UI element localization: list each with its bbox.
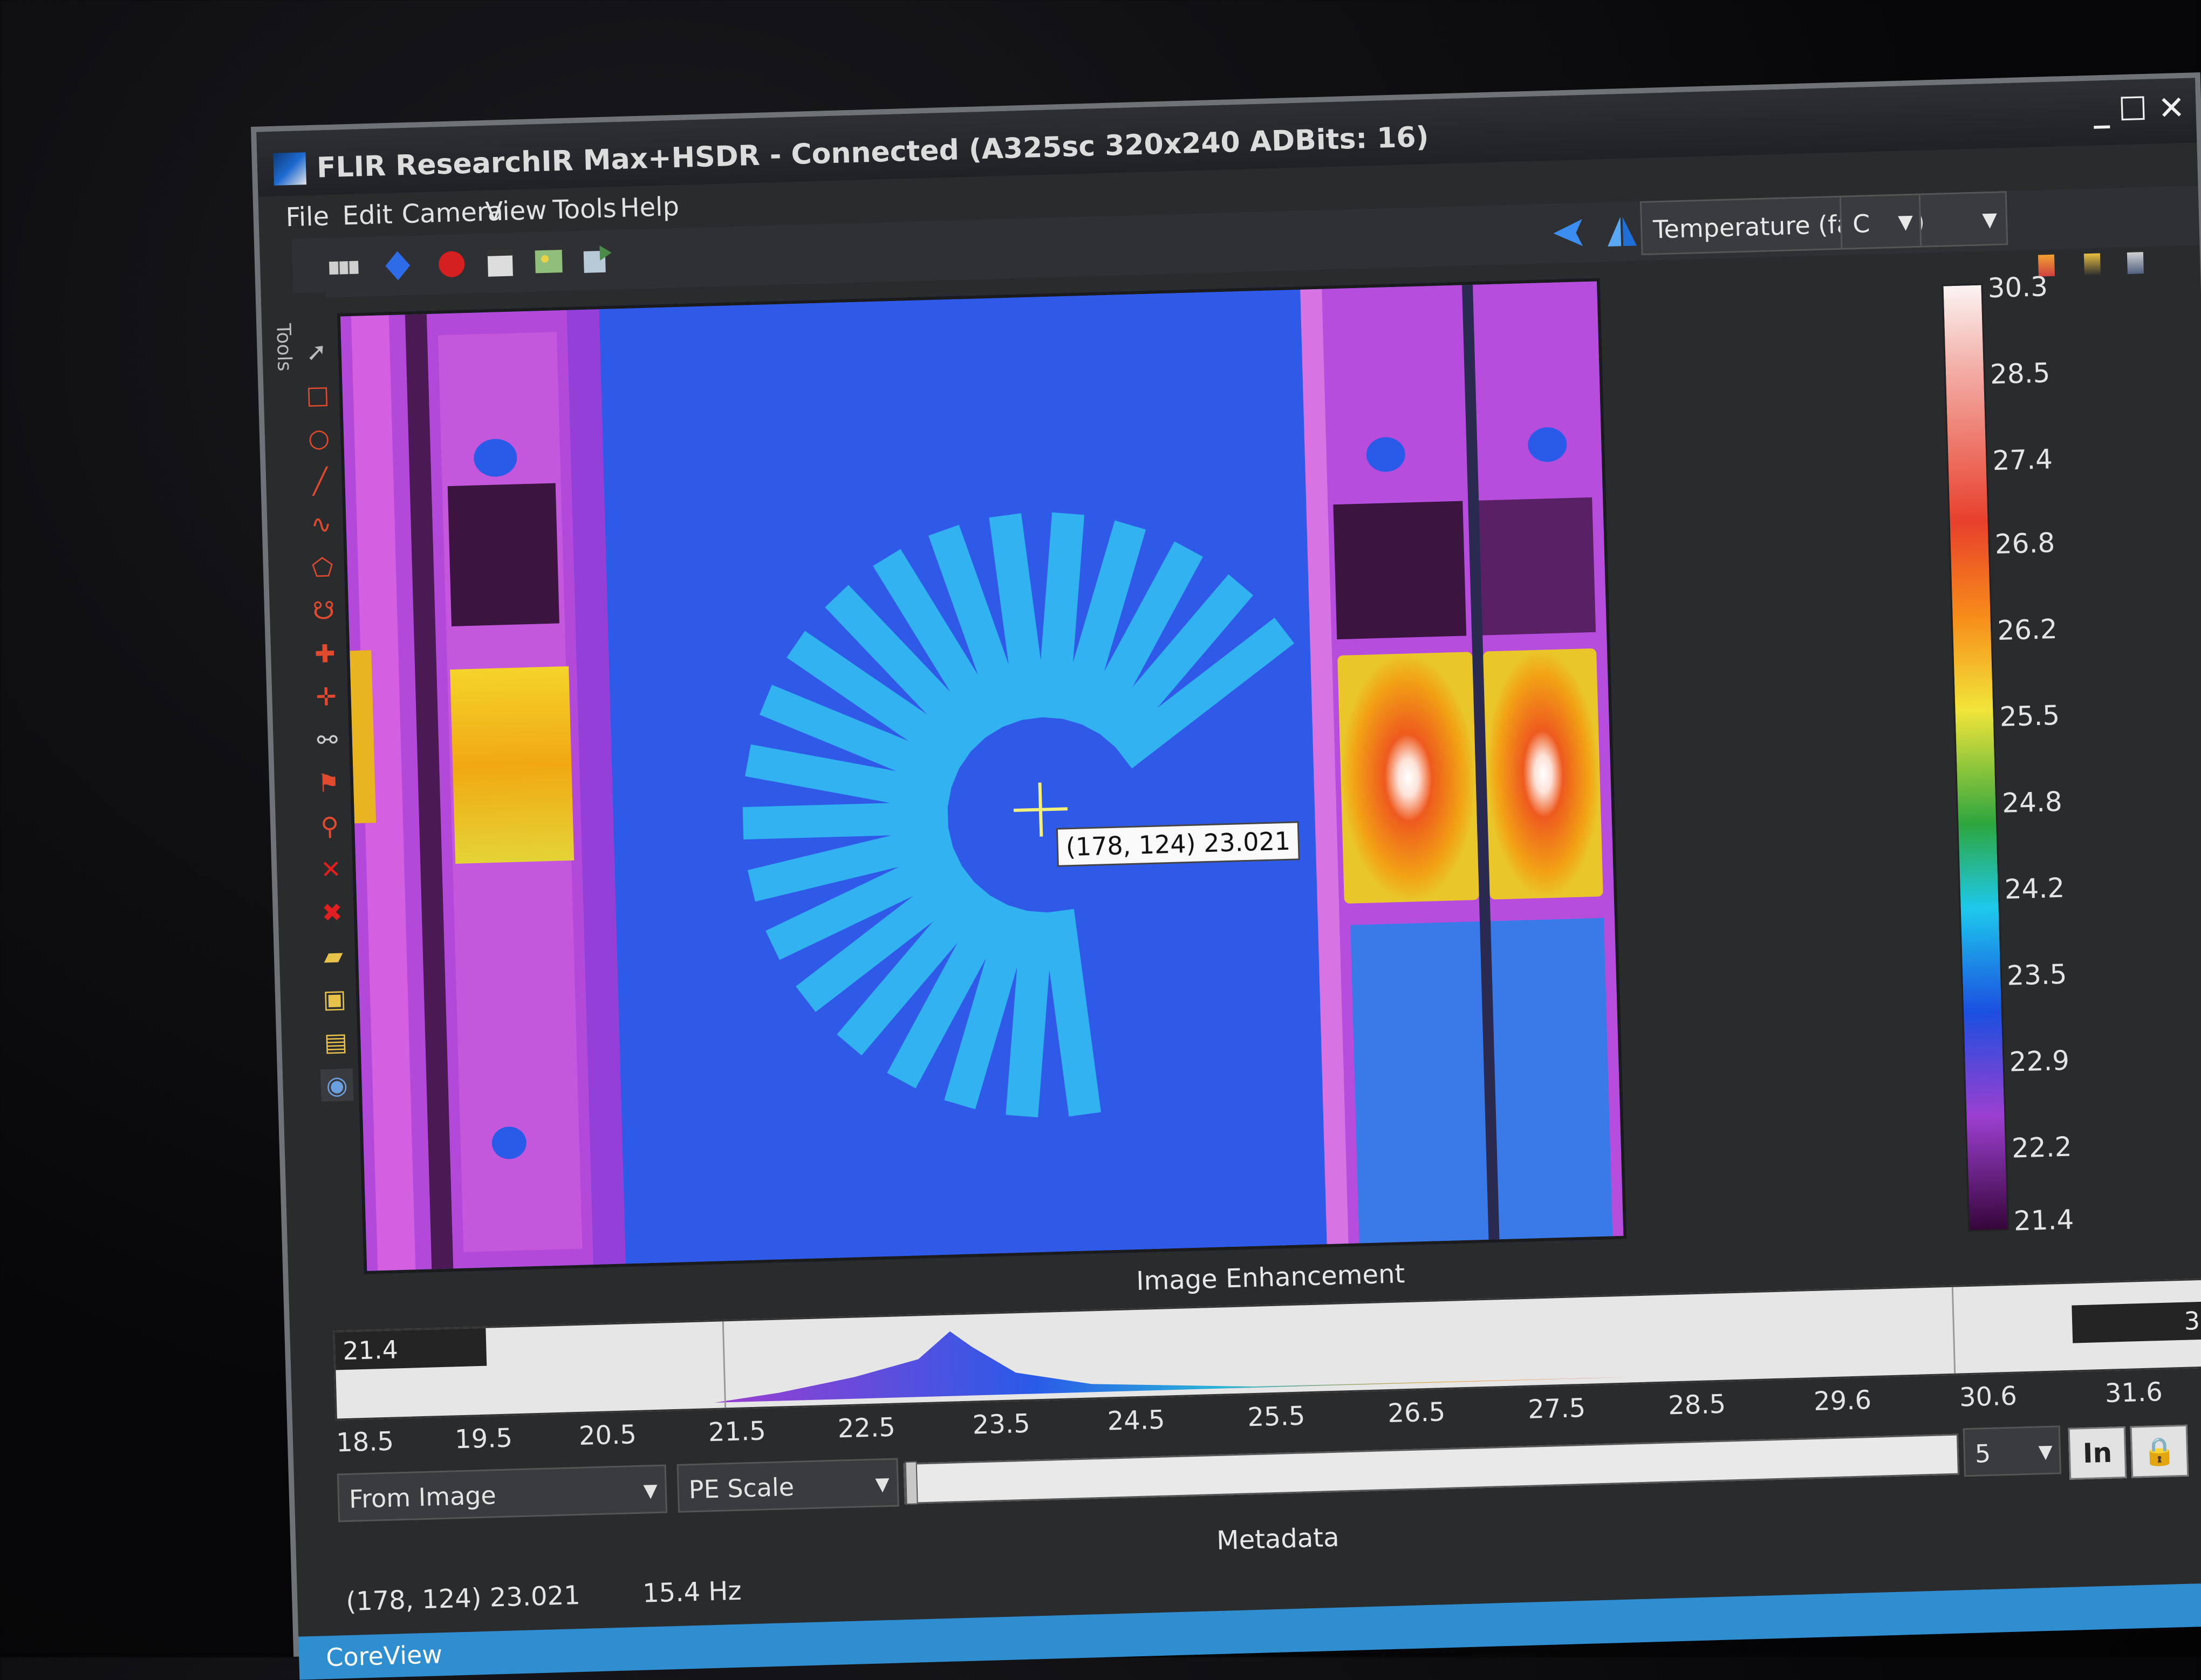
metadata-frame-rate: 15.4 Hz xyxy=(642,1575,742,1609)
colorbar-label: 22.9 xyxy=(2008,1044,2070,1078)
folder-star-icon[interactable]: ▣ xyxy=(318,982,351,1015)
tools-tab[interactable]: Tools xyxy=(261,293,297,402)
colorbar-label: 26.8 xyxy=(1994,527,2055,561)
menu-file[interactable]: File xyxy=(285,201,330,233)
colorbar-label: 24.2 xyxy=(2004,872,2065,905)
histogram-tick: 27.5 xyxy=(1527,1392,1586,1425)
open-folder-icon[interactable]: ▰ xyxy=(317,939,350,973)
chevron-down-icon: ▼ xyxy=(1981,208,1998,231)
step-select[interactable]: 5 ▼ xyxy=(1963,1425,2062,1477)
line-roi-icon[interactable]: ╱ xyxy=(304,465,337,498)
rect-roi-icon[interactable]: □ xyxy=(301,378,334,412)
flag-icon[interactable]: ⚑ xyxy=(312,767,345,800)
chevron-down-icon: ▼ xyxy=(1897,211,1913,234)
ellipse-roi-icon[interactable]: ○ xyxy=(302,421,336,455)
lock-button[interactable]: 🔒 xyxy=(2130,1424,2189,1478)
colorbar-label: 21.4 xyxy=(2013,1204,2075,1237)
range-source-select[interactable]: From Image ▼ xyxy=(337,1464,668,1522)
histogram-tick: 25.5 xyxy=(1247,1401,1306,1433)
palette-mid-icon[interactable] xyxy=(2083,253,2101,276)
colorbar-label: 28.5 xyxy=(1990,357,2051,391)
image-icon[interactable] xyxy=(529,242,568,281)
menu-tools[interactable]: Tools xyxy=(552,193,617,225)
close-button[interactable]: ✕ xyxy=(2157,89,2185,127)
step-value: 5 xyxy=(1974,1438,1991,1469)
pointer-icon[interactable]: ➚ xyxy=(300,335,333,368)
palette-bottom-icon[interactable] xyxy=(2127,252,2144,274)
menu-help[interactable]: Help xyxy=(620,192,680,223)
histogram-tick: 23.5 xyxy=(972,1408,1031,1440)
metadata-position-value: (178, 124) 23.021 xyxy=(345,1580,581,1617)
spot-plus-icon[interactable]: ✛ xyxy=(310,680,343,714)
histogram-tick: 19.5 xyxy=(454,1423,513,1455)
chevron-down-icon: ▼ xyxy=(2038,1440,2053,1463)
pin-icon[interactable]: ⚲ xyxy=(313,810,346,843)
colorbar-label: 30.3 xyxy=(1987,271,2048,304)
histogram-tick: 28.5 xyxy=(1667,1389,1726,1421)
colorbar-label: 26.2 xyxy=(1997,613,2058,646)
range-source-value: From Image xyxy=(348,1480,497,1514)
histogram-tick: 22.5 xyxy=(837,1412,896,1444)
maximize-button[interactable]: ☐ xyxy=(2118,90,2148,128)
chevron-down-icon: ▼ xyxy=(875,1473,890,1495)
link-icon[interactable]: ⚯ xyxy=(311,723,344,757)
palette-select[interactable]: Temperature (factory) ▼ xyxy=(1639,191,2008,256)
histogram-tick: 20.5 xyxy=(578,1419,637,1451)
taskbar-label[interactable]: CoreView xyxy=(326,1640,443,1672)
scale-mode-value: PE Scale xyxy=(688,1472,795,1505)
polyline-icon[interactable]: ∿ xyxy=(305,508,338,541)
unit-select[interactable]: C ▼ xyxy=(1839,193,1922,250)
slider-handle[interactable] xyxy=(905,1461,918,1505)
enhancement-slider[interactable] xyxy=(903,1433,1959,1505)
temperature-colorbar xyxy=(1942,283,2009,1232)
scale-mode-select[interactable]: PE Scale ▼ xyxy=(676,1458,899,1513)
colorbar-label: 22.2 xyxy=(2011,1131,2073,1164)
app-logo-icon xyxy=(273,152,307,186)
arrow-left-icon[interactable] xyxy=(1548,214,1587,252)
taskbar: CoreView xyxy=(298,1582,2201,1680)
thermal-image-render xyxy=(340,281,1624,1271)
save-icon[interactable]: ▤ xyxy=(319,1025,353,1058)
histogram-tick: 18.5 xyxy=(336,1426,394,1458)
histogram-tick: 31.6 xyxy=(2104,1376,2163,1409)
chevron-down-icon: ▼ xyxy=(643,1479,658,1502)
menu-view[interactable]: View xyxy=(485,195,547,227)
clapper-icon[interactable] xyxy=(481,243,520,282)
colorbar-label: 24.8 xyxy=(2001,786,2063,819)
in-button[interactable]: In xyxy=(2068,1426,2127,1480)
polygon-icon[interactable]: ⬠ xyxy=(306,551,339,584)
colorbar-label: 25.5 xyxy=(1999,699,2060,733)
unit-select-value: C xyxy=(1852,209,1871,239)
histogram-tick: 21.5 xyxy=(708,1416,767,1448)
camera-grid-icon[interactable] xyxy=(324,248,363,286)
lock-icon: 🔒 xyxy=(2142,1435,2177,1468)
delete-all-icon[interactable]: ✖ xyxy=(316,896,349,930)
colorbar-label: 23.5 xyxy=(2006,958,2068,992)
main-window: FLIR ResearchIR Max+HSDR - Connected (A3… xyxy=(251,72,2201,1680)
colorbar-label: 27.4 xyxy=(1992,443,2053,477)
minimize-button[interactable]: _ xyxy=(2093,91,2110,129)
histogram-tick: 30.6 xyxy=(1959,1381,2018,1413)
histogram-tick: 29.6 xyxy=(1813,1385,1872,1417)
delete-icon[interactable]: ✕ xyxy=(315,853,348,886)
move-icon[interactable] xyxy=(378,247,417,285)
thermal-image[interactable]: (178, 124) 23.021 xyxy=(337,278,1627,1274)
record-icon[interactable] xyxy=(432,245,471,284)
export-icon[interactable] xyxy=(578,241,617,279)
freehand-icon[interactable]: ☋ xyxy=(307,594,340,627)
menu-edit[interactable]: Edit xyxy=(342,200,393,231)
flip-icon[interactable] xyxy=(1602,212,1641,251)
eye-icon[interactable]: ◉ xyxy=(320,1068,354,1102)
cursor-readout-tooltip: (178, 124) 23.021 xyxy=(1056,821,1301,867)
histogram-tick: 24.5 xyxy=(1106,1404,1166,1437)
histogram-tick: 26.5 xyxy=(1387,1397,1446,1429)
spot-icon[interactable]: ✚ xyxy=(308,637,341,671)
